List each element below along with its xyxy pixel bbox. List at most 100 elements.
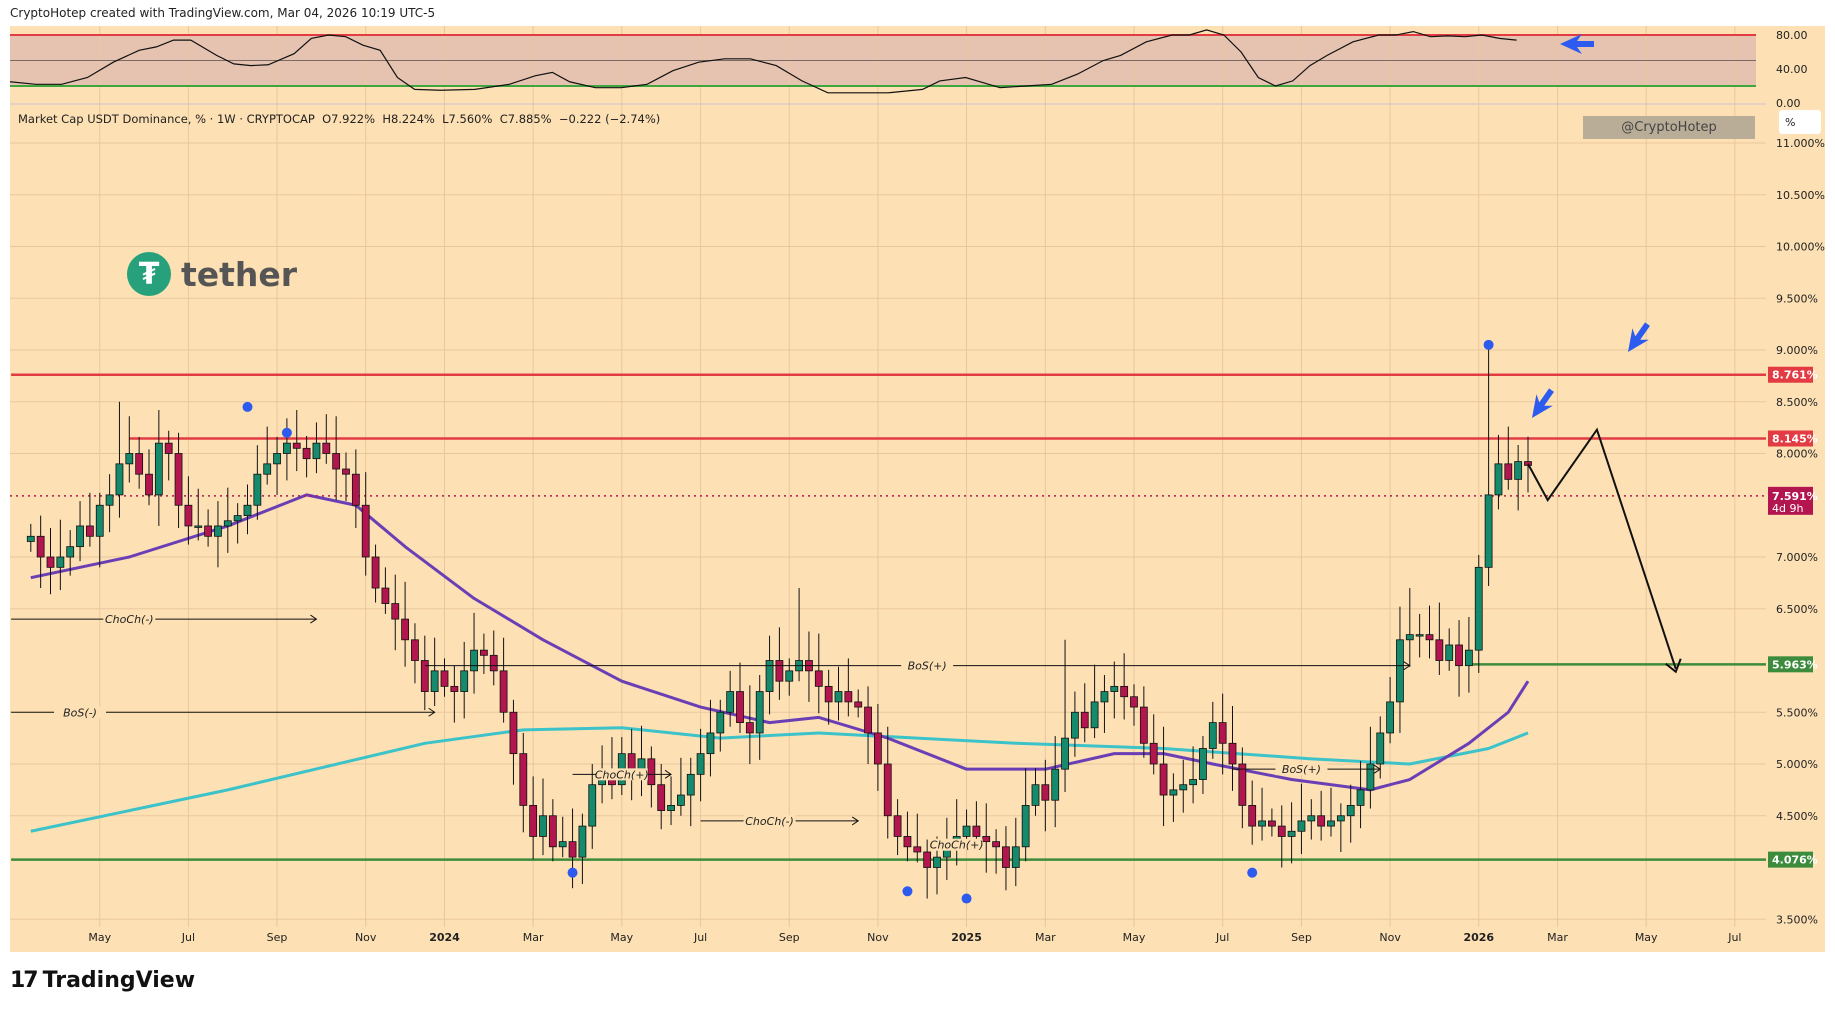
plot-background — [10, 26, 1825, 952]
candle-down — [145, 473, 153, 496]
level-price-label: 8.145% — [1772, 432, 1818, 445]
x-tick-label: Mar — [1035, 931, 1056, 944]
candle-down — [489, 654, 498, 672]
candle-down — [391, 603, 400, 620]
candle-up — [539, 815, 547, 837]
candle-up — [243, 504, 252, 516]
candle-down — [657, 784, 666, 811]
unit-label[interactable]: % — [1779, 110, 1821, 134]
candle-up — [312, 442, 321, 460]
candle-up — [1376, 732, 1385, 765]
y-tick-label: 9.000% — [1776, 344, 1818, 357]
candle-up — [1366, 763, 1375, 791]
chart-credit: CryptoHotep created with TradingView.com… — [10, 6, 436, 20]
candle-up — [1514, 461, 1523, 480]
oscillator-tick-label: 40.00 — [1776, 63, 1808, 76]
candle-down — [1435, 639, 1444, 661]
x-tick-label: May — [88, 931, 111, 944]
candle-down — [1317, 815, 1326, 827]
candle-down — [332, 453, 341, 470]
candle-down — [1041, 784, 1050, 801]
candle-down — [351, 473, 360, 506]
structure-label: ChoCh(+) — [595, 768, 649, 781]
candle-down — [775, 660, 784, 682]
tradingview-mark-icon: 17 — [10, 968, 39, 993]
candle-up — [962, 825, 971, 837]
candle-down — [479, 649, 488, 656]
candle-up — [578, 825, 587, 858]
candle-down — [450, 685, 459, 692]
candle-up — [105, 494, 114, 506]
x-tick-label: Nov — [1379, 931, 1401, 944]
candle-up — [785, 670, 794, 682]
y-tick-label: 5.000% — [1776, 758, 1818, 771]
oscillator-tick-label: 0.00 — [1776, 97, 1801, 110]
candle-up — [696, 753, 705, 775]
x-tick-label: Sep — [267, 931, 288, 944]
candle-up — [1346, 805, 1355, 817]
candle-up — [1199, 748, 1207, 780]
y-tick-label: 6.500% — [1776, 603, 1818, 616]
tradingview-logo[interactable]: 17 TradingView — [10, 968, 195, 993]
y-tick-label: 7.000% — [1776, 551, 1818, 564]
candle-down — [411, 639, 419, 661]
candle-up — [706, 732, 715, 755]
candle-up — [1287, 830, 1296, 837]
candle-down — [381, 587, 390, 604]
x-tick-label: Nov — [867, 931, 889, 944]
candle-down — [292, 442, 301, 449]
candle-down — [745, 722, 754, 734]
x-tick-label: Nov — [355, 931, 377, 944]
candle-up — [677, 794, 685, 806]
candle-up — [1386, 701, 1394, 734]
candle-up — [1169, 789, 1178, 796]
candle-up — [933, 856, 941, 868]
candle-up — [765, 660, 774, 692]
pivot-marker-dot — [281, 427, 292, 438]
x-tick-label: May — [1635, 931, 1658, 944]
candle-down — [874, 732, 882, 765]
candle-down — [548, 815, 557, 848]
candle-down — [647, 758, 656, 786]
candle-down — [184, 504, 193, 527]
candle-down — [174, 453, 183, 506]
x-tick-label: May — [610, 931, 633, 944]
candle-down — [1425, 634, 1434, 641]
candle-up — [1445, 644, 1454, 661]
pivot-marker-dot — [1247, 867, 1258, 878]
candle-down — [883, 763, 892, 817]
pivot-marker-dot — [567, 867, 578, 878]
candle-down — [923, 851, 932, 868]
candle-up — [558, 841, 567, 848]
candle-down — [982, 836, 991, 843]
candle-up — [470, 649, 478, 672]
x-tick-label: Mar — [1547, 931, 1568, 944]
candle-up — [1179, 784, 1188, 791]
candle-down — [854, 701, 863, 708]
candle-up — [834, 691, 843, 703]
candle-down — [302, 447, 311, 460]
candle-down — [568, 841, 577, 858]
candle-up — [1307, 815, 1316, 822]
chart-canvas[interactable]: 11.000% 10.500% 10.000% 9.500% 9.000% 8.500% 8… — [0, 0, 1835, 1012]
structure-label: ChoCh(+) — [930, 839, 984, 852]
candle-up — [1336, 815, 1345, 822]
candle-down — [86, 525, 94, 537]
candle-down — [1455, 644, 1463, 667]
candle-down — [736, 691, 744, 723]
candle-up — [1297, 820, 1306, 832]
candle-down — [509, 711, 518, 755]
candle-up — [1465, 649, 1473, 667]
candle-up — [1258, 820, 1266, 827]
candle-up — [76, 525, 84, 548]
candle-down — [499, 670, 508, 713]
candle-up — [66, 546, 75, 558]
bar-countdown-label: 4d 9h — [1772, 502, 1803, 515]
x-tick-label: Jul — [693, 931, 707, 944]
candle-up — [1100, 691, 1109, 703]
candle-up — [1051, 768, 1060, 801]
candle-up — [1327, 820, 1335, 827]
candle-down — [1120, 685, 1129, 698]
candle-up — [1021, 805, 1030, 848]
candle-up — [223, 520, 232, 527]
